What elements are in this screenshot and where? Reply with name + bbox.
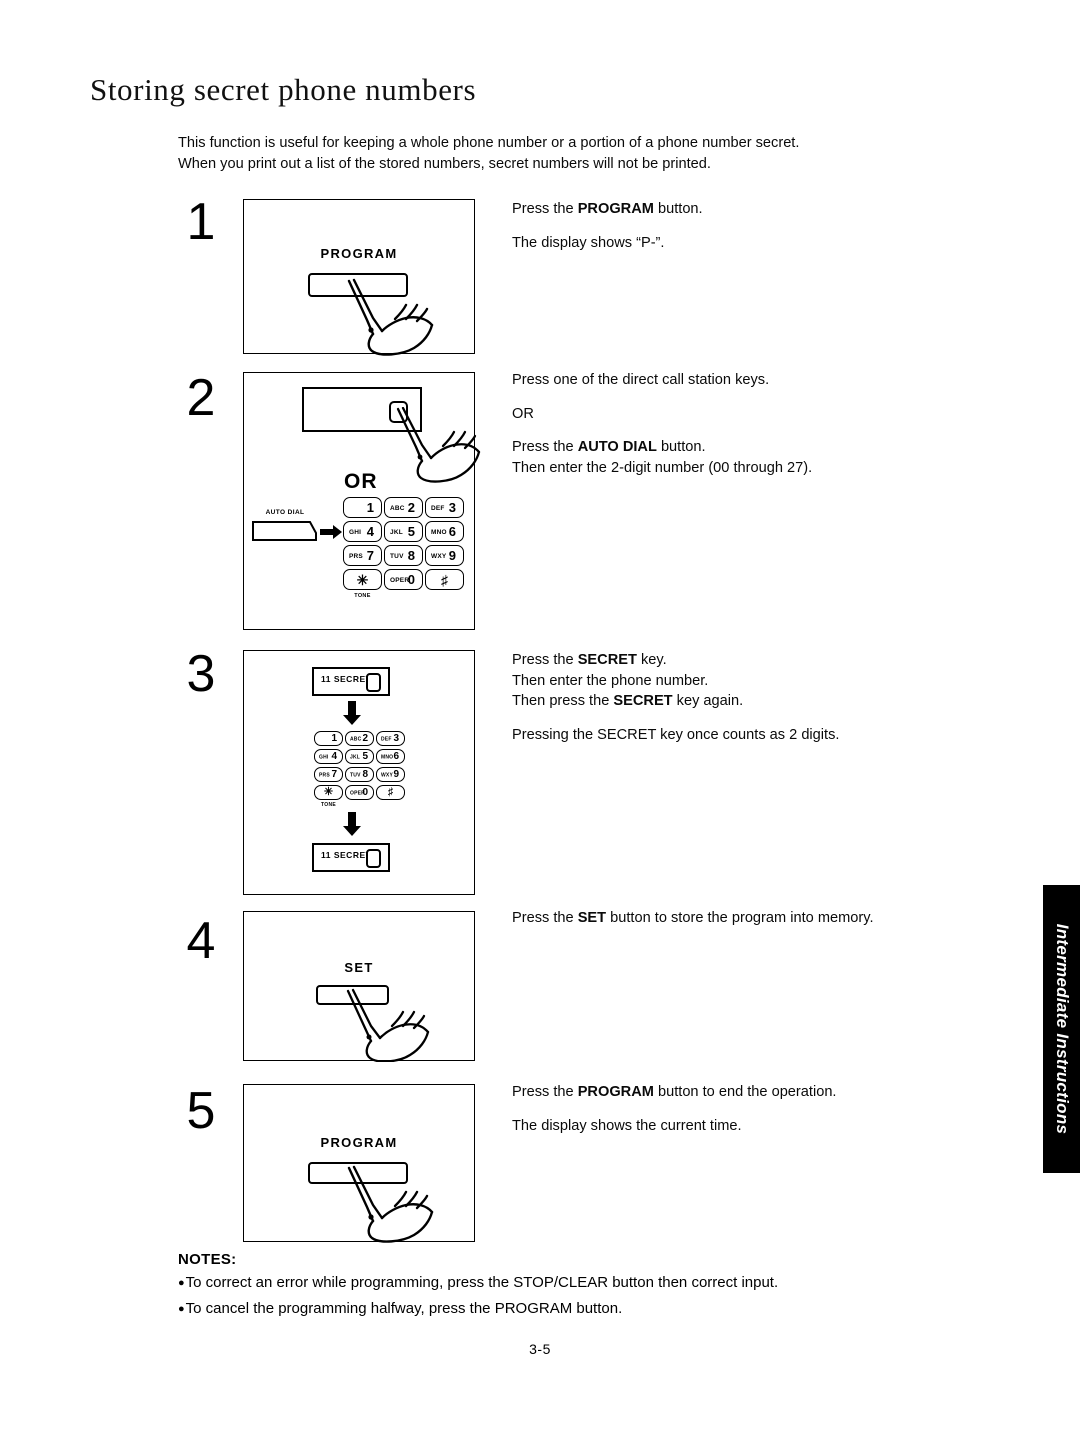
secret-key-indicator-top: 11 SECRET <box>312 667 390 696</box>
keypad-row: ✳ TONE OPER 0 ♯ <box>343 569 464 599</box>
secret-key-indicator-bottom: 11 SECRET <box>312 843 390 872</box>
key-4[interactable]: GHI 4 <box>314 749 343 764</box>
step-1-line-2: The display shows “P-”. <box>512 234 665 251</box>
step-3-text: Press the SECRET key. Then enter the pho… <box>512 650 982 745</box>
intro-line-1: This function is useful for keeping a wh… <box>178 135 800 151</box>
auto-dial-label: AUTO DIAL <box>265 509 305 516</box>
step-4-figure: SET <box>243 911 475 1062</box>
keypad: 1 ABC 2 DEF 3 GHI 4 JKL 5 MNO 6 PRS 7 TU… <box>314 731 405 808</box>
key-pound[interactable]: ♯ <box>376 785 405 800</box>
key-5[interactable]: JKL 5 <box>345 749 374 764</box>
step-2-text: Press one of the direct call station key… <box>512 370 982 478</box>
step-2-line-1: Press one of the direct call station key… <box>512 372 770 388</box>
key-1[interactable]: 1 <box>343 497 382 518</box>
step-4-text: Press the SET button to store the progra… <box>512 908 982 929</box>
step-1-text: Press the PROGRAM button. The display sh… <box>512 199 982 253</box>
program-button-label: PROGRAM <box>320 246 398 261</box>
pointing-hand-icon <box>340 1165 450 1243</box>
step-1-line-1: Press the PROGRAM button. <box>512 201 703 217</box>
arrow-down-icon <box>343 812 361 841</box>
key-0[interactable]: OPER 0 <box>345 785 374 800</box>
key-asterisk[interactable]: ✳ TONE <box>314 785 343 808</box>
or-label: OR <box>344 470 378 493</box>
key-7[interactable]: PRS 7 <box>343 545 382 566</box>
key-6[interactable]: MNO 6 <box>425 521 464 542</box>
key-6[interactable]: MNO 6 <box>376 749 405 764</box>
step-3-line-3: Then press the SECRET key again. <box>512 693 744 709</box>
step-3-line-2: Then enter the phone number. <box>512 672 709 689</box>
key-9[interactable]: WXY 9 <box>425 545 464 566</box>
key-3[interactable]: DEF 3 <box>376 731 405 746</box>
keypad-row: GHI 4 JKL 5 MNO 6 <box>343 521 464 545</box>
secret-key-shape[interactable] <box>366 849 381 868</box>
step-number: 3 <box>186 645 216 703</box>
page-title: Storing secret phone numbers <box>90 72 477 107</box>
key-2[interactable]: ABC 2 <box>345 731 374 746</box>
step-5-line-2: The display shows the current time. <box>512 1117 742 1134</box>
pointing-hand-icon <box>392 407 488 483</box>
page-number: 3-5 <box>529 1341 551 1357</box>
key-2[interactable]: ABC 2 <box>384 497 423 518</box>
keypad-row: PRS 7 TUV 8 WXY 9 <box>343 545 464 569</box>
bullet-icon: ● <box>178 1303 185 1315</box>
pointing-hand-icon <box>340 988 445 1062</box>
step-2-or: OR <box>512 405 534 422</box>
step-2-figure: OR AUTO DIAL 1 ABC 2 DEF 3 GHI 4 JKL 5 M… <box>243 372 481 630</box>
keypad-row: ✳ TONE OPER 0 ♯ <box>314 785 405 808</box>
keypad-row: GHI 4 JKL 5 MNO 6 <box>314 749 405 767</box>
key-pound[interactable]: ♯ <box>425 569 464 590</box>
secret-key-shape[interactable] <box>366 673 381 692</box>
set-button-label: SET <box>344 960 374 975</box>
key-1[interactable]: 1 <box>314 731 343 746</box>
keypad-row: PRS 7 TUV 8 WXY 9 <box>314 767 405 785</box>
step-2-line-4: Then enter the 2-digit number (00 throug… <box>512 459 813 476</box>
keypad-row: 1 ABC 2 DEF 3 <box>314 731 405 749</box>
key-3[interactable]: DEF 3 <box>425 497 464 518</box>
key-7[interactable]: PRS 7 <box>314 767 343 782</box>
manual-page: Storing secret phone numbers This functi… <box>0 0 1080 1429</box>
pointing-hand-icon <box>340 278 450 356</box>
tone-label: TONE <box>321 802 336 808</box>
notes-title: NOTES: <box>178 1251 237 1268</box>
intro-line-2: When you print out a list of the stored … <box>178 155 711 172</box>
step-3-line-1: Press the SECRET key. <box>512 652 667 668</box>
step-3-figure: 11 SECRET 1 ABC 2 DEF 3 GHI 4 JKL 5 MNO … <box>243 650 475 895</box>
key-8[interactable]: TUV 8 <box>345 767 374 782</box>
note-item: ●To correct an error while programming, … <box>178 1274 779 1291</box>
step-4-line-1: Press the SET button to store the progra… <box>512 910 874 926</box>
bullet-icon: ● <box>178 1277 185 1289</box>
key-5[interactable]: JKL 5 <box>384 521 423 542</box>
step-2-line-3: Press the AUTO DIAL button. <box>512 439 706 455</box>
key-4[interactable]: GHI 4 <box>343 521 382 542</box>
step-number: 2 <box>186 369 216 427</box>
keypad-row: 1 ABC 2 DEF 3 <box>343 497 464 521</box>
program-button-label: PROGRAM <box>320 1135 398 1150</box>
keypad: 1 ABC 2 DEF 3 GHI 4 JKL 5 MNO 6 PRS 7 TU… <box>343 497 464 599</box>
intro-paragraph: This function is useful for keeping a wh… <box>178 133 968 174</box>
auto-dial-key: AUTO DIAL <box>252 509 318 543</box>
step-5-text: Press the PROGRAM button to end the oper… <box>512 1082 982 1136</box>
arrow-right-icon <box>320 525 342 544</box>
step-5-line-1: Press the PROGRAM button to end the oper… <box>512 1084 837 1100</box>
note-item: ●To cancel the programming halfway, pres… <box>178 1300 623 1317</box>
step-1-figure: PROGRAM <box>243 199 475 356</box>
side-tab-label: Intermediate Instructions <box>1052 923 1072 1135</box>
key-0[interactable]: OPER 0 <box>384 569 423 590</box>
notes-section: NOTES: ●To correct an error while progra… <box>178 1251 978 1320</box>
step-number: 1 <box>186 193 216 251</box>
key-9[interactable]: WXY 9 <box>376 767 405 782</box>
tone-label: TONE <box>354 593 371 599</box>
step-3-line-4: Pressing the SECRET key once counts as 2… <box>512 726 840 743</box>
arrow-down-icon <box>343 701 361 730</box>
key-asterisk[interactable]: ✳ TONE <box>343 569 382 599</box>
step-5-figure: PROGRAM <box>243 1084 475 1243</box>
step-number: 4 <box>186 912 216 970</box>
key-8[interactable]: TUV 8 <box>384 545 423 566</box>
step-number: 5 <box>186 1082 216 1140</box>
side-tab-intermediate-instructions: Intermediate Instructions <box>1043 885 1080 1173</box>
